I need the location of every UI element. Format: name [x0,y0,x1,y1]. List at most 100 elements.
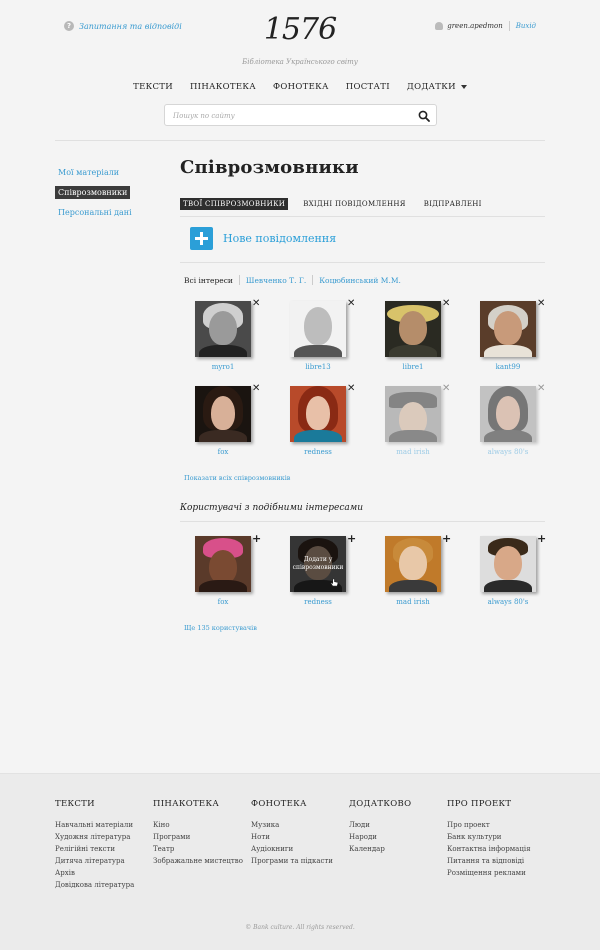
avatar[interactable]: Додати у співрозмовники [290,536,346,592]
remove-icon[interactable]: ✕ [347,384,355,394]
contact-name[interactable]: always 80's [465,448,551,456]
avatar[interactable] [480,301,536,357]
footer-link[interactable]: Про проект [447,821,547,829]
sidebar-item-personal-data[interactable]: Персональні дані [55,206,135,219]
logout-link[interactable]: Вихід [516,22,536,30]
footer-link[interactable]: Контактна інформація [447,845,547,853]
filter-shevchenko[interactable]: Шевченко Т. Г. [246,276,306,285]
footer-link[interactable]: Музика [251,821,351,829]
footer-link[interactable]: Архів [55,869,155,877]
avatar[interactable] [480,536,536,592]
footer-link[interactable]: Кіно [153,821,253,829]
nav-item-extras[interactable]: ДОДАТКИ [407,82,467,92]
user-name[interactable]: redness [275,598,361,606]
search-input[interactable] [173,109,403,123]
contact-name[interactable]: kant99 [465,363,551,371]
tab-my-interlocutors[interactable]: ТВОЇ СПІВРОЗМОВНИКИ [180,198,289,210]
site-header: ? Запитання та відповіді 1576 Бібліотека… [0,0,600,140]
remove-icon[interactable]: ✕ [347,299,355,309]
contact-name[interactable]: libre13 [275,363,361,371]
avatar[interactable] [385,536,441,592]
avatar[interactable] [480,386,536,442]
new-message-label: Нове повідомлення [223,232,337,245]
footer-link[interactable]: Довідкова література [55,881,155,889]
footer-link[interactable]: Ноти [251,833,351,841]
contact-card: ✕ redness [275,384,370,471]
avatar[interactable] [385,386,441,442]
footer-link[interactable]: Народи [349,833,449,841]
footer-link[interactable]: Програми та підкасти [251,857,351,865]
similar-users-grid: + fox Додати у співрозмовники + redness … [180,533,560,621]
footer-column-fonoteka: ФОНОТЕКА Музика Ноти Аудіокниги Програми… [251,799,351,869]
search-icon[interactable] [418,110,430,122]
sidebar-item-interlocutors[interactable]: Співрозмовники [55,186,131,199]
username[interactable]: green.apedmon [447,22,502,30]
remove-icon[interactable]: ✕ [252,299,260,309]
footer-link[interactable]: Театр [153,845,253,853]
user-name[interactable]: always 80's [465,598,551,606]
new-message-button[interactable]: Нове повідомлення [190,227,336,250]
footer-link[interactable]: Розміщення реклами [447,869,547,877]
site-tagline: Бібліотека Українського світу [242,58,358,66]
contact-name[interactable]: libre1 [370,363,456,371]
more-users-link[interactable]: Ще 135 користувачів [184,624,257,632]
nav-item-texts[interactable]: ТЕКСТИ [133,82,173,92]
contact-name[interactable]: myro1 [180,363,266,371]
footer-link[interactable]: Аудіокниги [251,845,351,853]
avatar[interactable] [195,386,251,442]
avatar[interactable] [290,301,346,357]
remove-icon[interactable]: ✕ [252,384,260,394]
user-name[interactable]: mad irish [370,598,456,606]
filter-kotsiubynsky[interactable]: Коцюбинський М.М. [319,276,401,285]
tab-inbox[interactable]: ВХІДНІ ПОВІДОМЛЕННЯ [300,198,409,210]
remove-icon[interactable]: ✕ [537,384,545,394]
footer-link[interactable]: Зображальне мистецтво [153,857,253,865]
user-card: + fox [180,533,275,621]
footer-link[interactable]: Релігійні тексти [55,845,155,853]
add-icon[interactable]: + [537,533,546,544]
user-card: + always 80's [465,533,560,621]
avatar[interactable] [195,536,251,592]
footer-column-title: ТЕКСТИ [55,799,95,809]
footer-link[interactable]: Банк культури [447,833,547,841]
nav-item-persons[interactable]: ПОСТАТІ [346,82,390,92]
site-footer: ТЕКСТИ Навчальні матеріали Художня літер… [0,773,600,950]
interest-filters: Всі інтереси Шевченко Т. Г. Коцюбинський… [184,275,401,285]
user-box: green.apedmon Вихід [435,21,536,31]
contact-card: ✕ always 80's [465,384,560,471]
remove-icon[interactable]: ✕ [442,299,450,309]
footer-link[interactable]: Календар [349,845,449,853]
add-icon[interactable]: + [442,533,451,544]
contact-name[interactable]: fox [180,448,266,456]
divider [55,140,545,141]
tab-sent[interactable]: ВІДПРАВЛЕНІ [421,198,485,210]
footer-column-pinakoteka: ПІНАКОТЕКА Кіно Програми Театр Зображаль… [153,799,253,869]
nav-item-pinakoteka[interactable]: ПІНАКОТЕКА [190,82,256,92]
contact-name[interactable]: mad irish [370,448,456,456]
filter-all[interactable]: Всі інтереси [184,276,233,285]
contact-card: ✕ myro1 [180,299,275,386]
avatar[interactable] [385,301,441,357]
remove-icon[interactable]: ✕ [537,299,545,309]
add-icon[interactable]: + [252,533,261,544]
remove-icon[interactable]: ✕ [442,384,450,394]
divider [180,262,545,263]
avatar[interactable] [290,386,346,442]
show-all-link[interactable]: Показати всіх співрозмовників [184,474,290,482]
avatar[interactable] [195,301,251,357]
contact-name[interactable]: redness [275,448,361,456]
footer-link[interactable]: Дитяча література [55,857,155,865]
footer-link[interactable]: Люди [349,821,449,829]
user-name[interactable]: fox [180,598,266,606]
footer-link[interactable]: Навчальні матеріали [55,821,155,829]
footer-link[interactable]: Програми [153,833,253,841]
sidebar: Мої матеріали Співрозмовники Персональні… [55,166,155,226]
footer-link[interactable]: Питання та відповіді [447,857,547,865]
nav-item-fonoteka[interactable]: ФОНОТЕКА [273,82,329,92]
sidebar-item-my-materials[interactable]: Мої матеріали [55,166,122,179]
user-card: Додати у співрозмовники + redness [275,533,370,621]
divider [508,21,510,31]
main-nav: ТЕКСТИ ПІНАКОТЕКА ФОНОТЕКА ПОСТАТІ ДОДАТ… [0,82,600,92]
add-icon[interactable]: + [347,533,356,544]
footer-link[interactable]: Художня література [55,833,155,841]
